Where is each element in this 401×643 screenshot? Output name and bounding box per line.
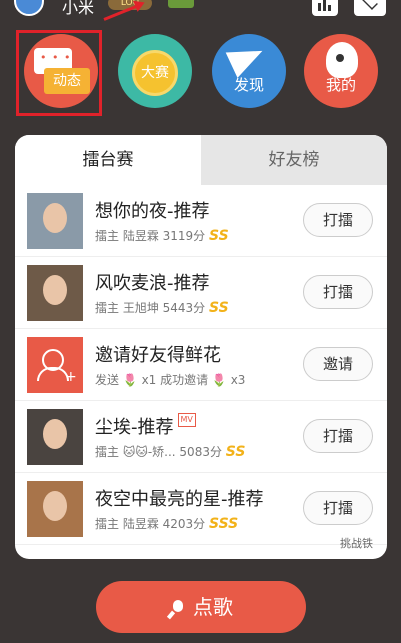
song-thumbnail: [27, 265, 83, 321]
username: 小米: [62, 0, 95, 17]
song-title: 风吹麦浪-推荐: [95, 273, 210, 294]
song-sub: 擂主 🐱🐱-矫... 5083分 SS: [95, 444, 246, 460]
list-item[interactable]: 想你的夜-推荐 擂主 陆昱霖 3119分 SS 打擂: [15, 185, 387, 257]
paper-plane-icon: [225, 38, 269, 78]
song-thumbnail: [27, 481, 83, 537]
invite-friend-icon: +: [27, 337, 83, 393]
challenge-button[interactable]: 打擂: [303, 491, 373, 525]
challenge-button[interactable]: 打擂: [303, 419, 373, 453]
challenge-note[interactable]: 挑战铁: [340, 535, 373, 551]
nav-dasai[interactable]: 大赛: [118, 34, 192, 108]
song-title: 想你的夜-推荐: [95, 201, 210, 222]
nav-wode-label: 我的: [325, 76, 356, 94]
invite-button[interactable]: 邀请: [303, 347, 373, 381]
highlight-box: [16, 30, 102, 116]
mail-icon[interactable]: [354, 0, 386, 16]
song-sub: 擂主 王旭坤 5443分 SS: [95, 300, 229, 316]
vip-badge: [168, 0, 194, 8]
list-item[interactable]: 尘埃-推荐 MV 擂主 🐱🐱-矫... 5083分 SS 打擂: [15, 401, 387, 473]
leaderboard-card: 擂台赛 好友榜 想你的夜-推荐 擂主 陆昱霖 3119分 SS 打擂 风吹麦浪-…: [15, 135, 387, 559]
song-thumbnail: [27, 193, 83, 249]
song-sub: 发送 🌷 x1 成功邀请 🌷 x3: [95, 373, 246, 387]
list-item[interactable]: 夜空中最亮的星-推荐 擂主 陆昱霖 4203分 SSS 打擂: [15, 473, 387, 545]
microphone-icon: [169, 599, 185, 618]
tab-leitaisai[interactable]: 擂台赛: [15, 135, 201, 185]
list-item[interactable]: 风吹麦浪-推荐 擂主 王旭坤 5443分 SS 打擂: [15, 257, 387, 329]
tab-haoyoubang[interactable]: 好友榜: [201, 135, 387, 185]
nav-faxian-label: 发现: [233, 76, 264, 94]
challenge-button[interactable]: 打擂: [303, 275, 373, 309]
list-item[interactable]: + 邀请好友得鲜花 发送 🌷 x1 成功邀请 🌷 x3 邀请: [15, 329, 387, 401]
song-sub: 擂主 陆昱霖 3119分 SS: [95, 228, 229, 244]
nav-wode[interactable]: 我的: [304, 34, 378, 108]
challenge-button[interactable]: 打擂: [303, 203, 373, 237]
request-song-label: 点歌: [193, 595, 233, 619]
request-song-button[interactable]: 点歌: [96, 581, 306, 633]
song-title: 夜空中最亮的星-推荐: [95, 489, 264, 510]
ranking-icon[interactable]: [312, 0, 338, 16]
song-title: 尘埃-推荐 MV: [95, 413, 196, 439]
nav-dasai-label: 大赛: [141, 65, 169, 81]
song-thumbnail: [27, 409, 83, 465]
song-title: 邀请好友得鲜花: [95, 345, 221, 366]
parrot-icon: [326, 42, 358, 78]
user-avatar[interactable]: [14, 0, 44, 16]
tab-bar: 擂台赛 好友榜: [15, 135, 387, 185]
song-sub: 擂主 陆昱霖 4203分 SSS: [95, 516, 239, 532]
nav-faxian[interactable]: 发现: [212, 34, 286, 108]
top-bar: 小米 LOU: [0, 0, 401, 18]
mv-badge: MV: [177, 413, 196, 427]
